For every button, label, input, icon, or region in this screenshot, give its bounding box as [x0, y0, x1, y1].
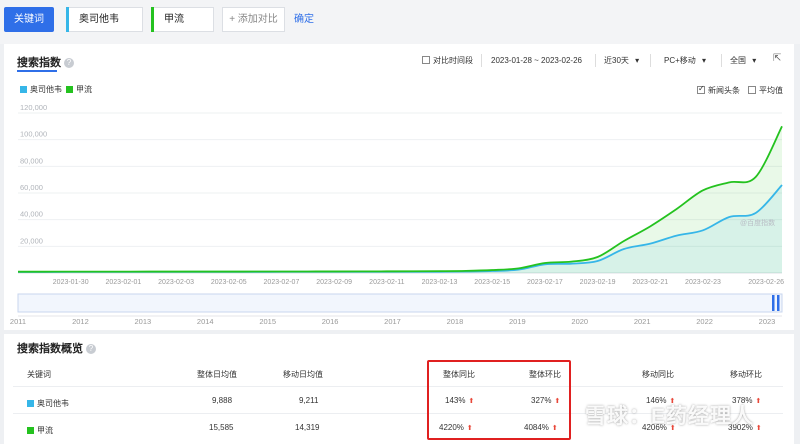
- overview-year-label: 2012: [72, 317, 89, 326]
- overview-year-label: 2014: [197, 317, 214, 326]
- y-tick-label: 60,000: [20, 183, 43, 192]
- x-tick-label: 2023-02-17: [527, 279, 563, 286]
- y-tick-label: 120,000: [20, 103, 47, 112]
- x-tick-label: 2023-02-07: [264, 279, 300, 286]
- overview-year-label: 2017: [384, 317, 401, 326]
- header-mobile-yoy: 移动同比: [642, 370, 674, 379]
- row-divider: [13, 386, 783, 387]
- overview-year-label: 2015: [259, 317, 276, 326]
- overview-year-label: 2020: [571, 317, 588, 326]
- trend-chart: 20,000 40,000 60,000 80,000 100,000 120,000 2…: [10, 103, 784, 326]
- help-icon[interactable]: ?: [86, 344, 96, 354]
- overview-year-label: 2023: [759, 317, 776, 326]
- cell-mobile-daily-avg: 14,319: [295, 423, 320, 432]
- x-tick-label: 2023-02-21: [632, 279, 668, 286]
- cell-keyword: 甲流: [27, 425, 53, 436]
- x-tick-label: 2023-02-13: [422, 279, 458, 286]
- x-tick-label: 2023-02-19: [580, 279, 616, 286]
- y-tick-label: 80,000: [20, 156, 43, 165]
- overview-track: [17, 293, 783, 313]
- cell-mobile-daily-avg: 9,211: [299, 396, 319, 405]
- y-tick-label: 40,000: [20, 210, 43, 219]
- x-tick-label: 2023-02-05: [211, 279, 247, 286]
- overview-year-label: 2021: [634, 317, 651, 326]
- keyword-text: 奥司他韦: [37, 399, 69, 408]
- keyword-swatch: [27, 427, 34, 434]
- header-mobile-mom: 移动环比: [730, 370, 762, 379]
- overview-year-label: 2011: [10, 317, 26, 326]
- cell-keyword: 奥司他韦: [27, 398, 69, 409]
- keyword-swatch: [27, 400, 34, 407]
- overview-year-label: 2022: [696, 317, 713, 326]
- chart-source-label: @百度指数: [740, 220, 776, 227]
- overview-handle-right: [777, 295, 780, 311]
- header-daily-avg: 整体日均值: [197, 370, 237, 379]
- header-mobile-daily-avg: 移动日均值: [283, 370, 323, 379]
- x-tick-label: 2023-02-01: [105, 279, 141, 286]
- x-tick-label: 2023-02-11: [369, 279, 404, 286]
- x-tick-label: 2023-01-30: [53, 279, 89, 286]
- keyword-text: 甲流: [37, 426, 53, 435]
- y-tick-label: 100,000: [20, 130, 47, 139]
- cell-daily-avg: 9,888: [212, 396, 233, 405]
- y-tick-label: 20,000: [20, 236, 43, 245]
- overview-year-label: 2018: [447, 317, 464, 326]
- x-tick-label: 2023-02-23: [685, 279, 721, 286]
- highlight-box: [427, 360, 571, 440]
- header-keyword: 关键词: [27, 370, 51, 379]
- x-tick-label: 2023-02-15: [474, 279, 510, 286]
- overview-year-label: 2013: [134, 317, 151, 326]
- arrow-up-icon: ⬆: [755, 425, 762, 432]
- watermark-text: 雪球：E药经理人: [585, 405, 755, 428]
- x-tick-label: 2023-02-26: [748, 279, 784, 286]
- panel-title-text: 搜索指数概览: [17, 343, 83, 355]
- arrow-up-icon: ⬆: [755, 398, 762, 405]
- cell-daily-avg: 15,585: [209, 423, 234, 432]
- panel-title: 搜索指数概览?: [17, 340, 96, 356]
- x-tick-label: 2023-02-09: [316, 279, 352, 286]
- overview-year-label: 2016: [322, 317, 339, 326]
- overview-handle-left: [772, 295, 775, 311]
- x-tick-label: 2023-02-03: [158, 279, 194, 286]
- overview-year-label: 2019: [509, 317, 526, 326]
